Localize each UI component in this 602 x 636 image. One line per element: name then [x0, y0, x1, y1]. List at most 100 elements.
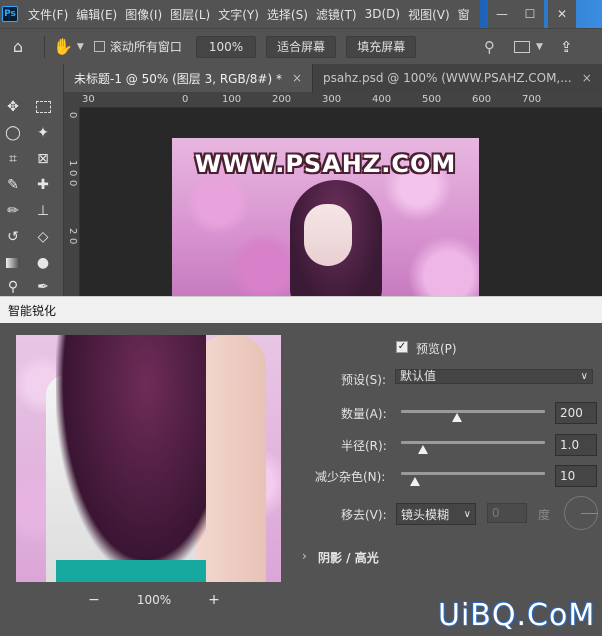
pen-tool-icon[interactable]: ✒ [32, 276, 54, 298]
preset-value: 默认值 [400, 369, 437, 383]
radius-input[interactable]: 1.0 [555, 434, 597, 456]
menu-file[interactable]: 文件(F) [24, 6, 72, 23]
share-icon[interactable]: ⇪ [560, 38, 573, 56]
gradient-tool-icon[interactable] [2, 252, 24, 274]
close-window-button[interactable]: ✕ [548, 0, 576, 28]
zoom-in-icon[interactable]: + [204, 590, 224, 610]
preview-skirt [56, 560, 206, 582]
filter-preview-image[interactable] [16, 335, 281, 582]
separator [44, 35, 45, 58]
chevron-down-icon[interactable]: ▼ [536, 42, 543, 52]
angle-input[interactable]: 0 [487, 503, 527, 523]
zoom-percent-field[interactable]: 100% [195, 35, 257, 58]
document-image[interactable]: WWW.PSAHZ.COM [172, 138, 479, 300]
ruler-tick: 0 [67, 112, 78, 119]
ruler-tick: 2 [67, 228, 78, 235]
fit-screen-button[interactable]: 适合屏幕 [266, 35, 337, 58]
amount-slider-track[interactable] [401, 410, 545, 413]
history-brush-icon[interactable]: ↺ [2, 226, 24, 248]
magic-wand-icon[interactable]: ✦ [32, 122, 54, 144]
amount-label: 数量(A): [341, 407, 387, 421]
preview-hair [56, 335, 206, 575]
workspace-icon[interactable] [514, 40, 530, 53]
preview-arm [196, 335, 266, 582]
ruler-tick: 300 [322, 94, 342, 105]
amount-input[interactable]: 200 [555, 402, 597, 424]
reduce-noise-slider-track[interactable] [401, 472, 545, 475]
tab-label: 未标题-1 @ 50% (图层 3, RGB/8#) * [74, 71, 282, 86]
menu-layer[interactable]: 图层(L) [166, 6, 214, 23]
maximize-button[interactable]: ☐ [516, 0, 544, 28]
canvas-area[interactable]: WWW.PSAHZ.COM [80, 108, 602, 300]
reduce-noise-label: 减少杂色(N): [315, 470, 386, 484]
brush-tool-icon[interactable]: ✏ [2, 200, 24, 222]
search-icon[interactable]: ⚲ [484, 38, 495, 56]
tab-psahz-psd[interactable]: psahz.psd @ 100% (WWW.PSAHZ.COM,... × [313, 64, 602, 92]
crop-tool-icon[interactable]: ⌗ [2, 148, 24, 170]
remove-label: 移去(V): [341, 508, 387, 522]
options-bar: ⌂ ✋ ▼ 滚动所有窗口 100% 适合屏幕 填充屏幕 ⚲ ▼ ⇪ [0, 28, 602, 64]
amount-slider-thumb[interactable] [452, 413, 463, 422]
ruler-tick: 0 [67, 170, 78, 177]
fill-screen-button[interactable]: 填充屏幕 [346, 35, 417, 58]
minimize-button[interactable]: — [488, 0, 516, 28]
zoom-out-icon[interactable]: − [84, 590, 104, 610]
remove-dropdown[interactable]: 镜头模糊 ∨ [396, 503, 476, 525]
ruler-tick: 500 [422, 94, 442, 105]
ruler-tick: 200 [272, 94, 292, 105]
stamp-tool-icon[interactable]: ⊥ [32, 200, 54, 222]
healing-brush-icon[interactable]: ✚ [32, 174, 54, 196]
photo-face [304, 204, 352, 266]
preview-checkbox[interactable]: ✓ [396, 341, 408, 353]
reduce-noise-input[interactable]: 10 [555, 465, 597, 487]
remove-value: 镜头模糊 [401, 507, 450, 522]
angle-dial[interactable] [564, 496, 598, 530]
menu-3d[interactable]: 3D(D) [361, 7, 404, 21]
dialog-title: 智能锐化 [0, 297, 602, 323]
horizontal-ruler: 30 0 100 200 300 400 500 600 700 [80, 92, 602, 108]
dodge-tool-icon[interactable]: ⚲ [2, 276, 24, 298]
ruler-tick: 1 [67, 160, 78, 167]
preset-label: 预设(S): [341, 373, 387, 387]
photoshop-logo-icon: Ps [2, 6, 18, 22]
ruler-tick: 0 [182, 94, 189, 105]
ruler-tick: 600 [472, 94, 492, 105]
close-icon[interactable]: × [292, 71, 302, 85]
hand-tool-icon[interactable]: ✋ [53, 37, 73, 56]
radius-label: 半径(R): [341, 439, 387, 453]
menu-edit[interactable]: 编辑(E) [72, 6, 121, 23]
menu-image[interactable]: 图像(I) [121, 6, 166, 23]
frame-tool-icon[interactable]: ⊠ [32, 148, 54, 170]
chevron-down-icon[interactable]: ▼ [77, 42, 84, 52]
menu-type[interactable]: 文字(Y) [214, 6, 263, 23]
menu-filter[interactable]: 滤镜(T) [312, 6, 361, 23]
preset-dropdown[interactable]: 默认值 ∨ [395, 369, 593, 384]
close-icon[interactable]: × [582, 71, 592, 85]
lasso-tool-icon[interactable]: ◯ [2, 122, 24, 144]
chevron-down-icon: ∨ [463, 508, 471, 520]
tab-label: psahz.psd @ 100% (WWW.PSAHZ.COM,... [323, 71, 572, 85]
marquee-tool-icon[interactable] [32, 96, 54, 118]
eraser-tool-icon[interactable]: ◇ [32, 226, 54, 248]
ruler-corner [64, 92, 80, 108]
menu-window[interactable]: 窗 [454, 6, 474, 23]
shadow-highlight-section[interactable]: 阴影 / 高光 [318, 549, 379, 566]
home-icon[interactable]: ⌂ [0, 37, 36, 56]
tab-untitled-1[interactable]: 未标题-1 @ 50% (图层 3, RGB/8#) * × [64, 64, 314, 92]
radius-slider-track[interactable] [401, 441, 545, 444]
ruler-tick: 700 [522, 94, 542, 105]
menu-select[interactable]: 选择(S) [263, 6, 312, 23]
blur-tool-icon[interactable]: ● [32, 252, 54, 274]
menu-view[interactable]: 视图(V) [404, 6, 454, 23]
ruler-tick: 0 [67, 238, 78, 245]
move-tool-icon[interactable]: ✥ [2, 96, 24, 118]
scroll-all-checkbox[interactable] [93, 41, 105, 52]
ruler-tick: 30 [82, 94, 95, 105]
vertical-ruler: 0 1 0 0 2 0 [64, 108, 80, 300]
reduce-noise-slider-thumb[interactable] [410, 477, 421, 486]
preview-zoom-value: 100% [136, 593, 172, 607]
radius-slider-thumb[interactable] [417, 445, 428, 454]
smart-sharpen-dialog: 智能锐化 − 100% + ✓ 预览(P) 预设(S): 默认值 ∨ 数量(A)… [0, 296, 602, 636]
chevron-right-icon[interactable]: › [302, 549, 307, 563]
eyedropper-icon[interactable]: ✎ [2, 174, 24, 196]
